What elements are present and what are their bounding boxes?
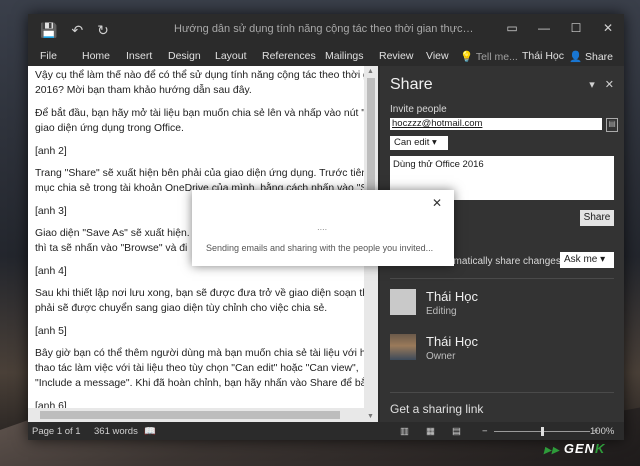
share-button[interactable]: Share [580, 210, 614, 226]
watermark-accent: K [595, 441, 606, 456]
lightbulb-icon: 💡 [460, 51, 474, 63]
auto-share-value: Ask me [564, 254, 598, 265]
watermark-text: GEN [563, 441, 596, 456]
page-count[interactable]: Page 1 of 1 [32, 426, 81, 437]
close-button[interactable]: ✕ [592, 14, 624, 42]
doc-line: thao tác làm việc với tài liệu theo tùy … [35, 363, 359, 374]
read-mode-icon[interactable]: ▥ [400, 426, 409, 437]
doc-line: Để bắt đầu, bạn hãy mở tài liệu bạn muốn… [35, 108, 364, 119]
horizontal-scroll-thumb[interactable] [40, 411, 340, 419]
chevron-down-icon: ▾ [600, 254, 606, 265]
doc-line: [anh 4] [35, 266, 67, 277]
divider [390, 278, 614, 279]
tab-layout[interactable]: Layout [215, 50, 247, 62]
pane-options-icon[interactable]: ▾ [589, 78, 595, 91]
zoom-slider-handle[interactable] [541, 427, 544, 436]
doc-line: "Include a message". Khi đã hoàn chỉnh, … [35, 378, 364, 389]
tell-me-search[interactable]: 💡 Tell me... [460, 50, 518, 63]
sharing-progress-dialog: ✕ ∙∙∙∙ Sending emails and sharing with t… [192, 190, 454, 266]
watermark-logo: ▶▶ GENK [544, 441, 605, 456]
scroll-up-icon[interactable]: ▲ [367, 68, 374, 75]
person-name[interactable]: Thái Học [426, 289, 478, 304]
tell-me-label: Tell me... [475, 51, 518, 63]
person-name[interactable]: Thái Học [426, 334, 478, 349]
ribbon-share-label: Share [585, 51, 614, 63]
invite-input[interactable]: hoczzz@hotmail.com [390, 118, 602, 130]
zoom-out-icon[interactable]: − [482, 426, 488, 437]
doc-line: Bây giờ bạn có thể thêm người dùng mà bạ… [35, 348, 364, 359]
avatar [390, 334, 416, 360]
save-icon[interactable]: 💾 [40, 22, 57, 39]
tab-design[interactable]: Design [168, 50, 201, 62]
ribbon-tabs: File Home Insert Design Layout Reference… [28, 46, 624, 66]
web-layout-icon[interactable]: ▤ [452, 426, 461, 437]
zoom-level[interactable]: 100% [590, 426, 614, 437]
title-bar: 💾 ↶ ↻ Hướng dẫn sử dụng tính năng cộng t… [28, 14, 624, 46]
spinner-icon: ∙∙∙∙ [317, 224, 328, 234]
undo-icon[interactable]: ↶ [71, 22, 83, 39]
pane-close-icon[interactable]: ✕ [605, 78, 614, 91]
ribbon-display-button[interactable]: ▭ [496, 14, 528, 42]
doc-line: phải sẽ được chuyển sang giao diện tùy c… [35, 303, 328, 314]
doc-line: [anh 5] [35, 326, 67, 337]
account-user[interactable]: Thái Học [522, 50, 564, 62]
scroll-down-icon[interactable]: ▼ [367, 413, 374, 420]
tab-mailings[interactable]: Mailings [325, 50, 364, 62]
horizontal-scrollbar[interactable] [28, 408, 364, 422]
tab-references[interactable]: References [262, 50, 316, 62]
doc-line: [anh 2] [35, 146, 67, 157]
print-layout-icon[interactable]: ▦ [426, 426, 435, 437]
proofing-icon[interactable]: 📖 [144, 426, 156, 437]
chevron-down-icon: ▾ [432, 137, 437, 148]
permission-value: Can edit [394, 137, 430, 148]
tab-home[interactable]: Home [82, 50, 110, 62]
person-icon: 👤 [569, 51, 583, 63]
quick-access-toolbar: 💾 ↶ ↻ [28, 22, 109, 39]
tab-insert[interactable]: Insert [126, 50, 152, 62]
auto-share-label: ematically share changes: [448, 256, 564, 267]
redo-icon[interactable]: ↻ [97, 22, 109, 39]
divider [390, 392, 614, 393]
dialog-message: Sending emails and sharing with the peop… [206, 243, 434, 253]
pane-controls: ▾ ✕ [589, 78, 614, 91]
doc-line: Sau khi thiết lập nơi lưu xong, bạn sẽ đ… [35, 288, 364, 299]
permission-select[interactable]: Can edit ▾ [390, 136, 448, 150]
word-count[interactable]: 361 words [94, 426, 138, 437]
tab-view[interactable]: View [426, 50, 449, 62]
doc-line: giao diện ứng dụng trong Office. [35, 123, 184, 134]
person-role: Editing [426, 306, 457, 317]
window-title: Hướng dẫn sử dụng tính năng cộng tác the… [174, 23, 474, 35]
avatar [390, 289, 416, 315]
doc-line: 2016? Mời bạn tham khảo hướng dẫn sau đâ… [35, 85, 252, 96]
person-role: Owner [426, 351, 456, 362]
share-pane-title: Share [390, 76, 433, 93]
auto-share-select[interactable]: Ask me ▾ [560, 252, 614, 268]
doc-line: Vậy cụ thể làm thế nào để có thể sử dụng… [35, 70, 364, 81]
address-book-icon[interactable]: ▤ [606, 118, 618, 132]
invite-label: Invite people [390, 104, 447, 115]
maximize-button[interactable]: ☐ [560, 14, 592, 42]
minimize-button[interactable]: — [528, 14, 560, 42]
window-controls: ▭ — ☐ ✕ [496, 14, 624, 42]
tab-review[interactable]: Review [379, 50, 413, 62]
status-bar: Page 1 of 1 361 words 📖 ▥ ▦ ▤ − + [28, 422, 624, 440]
arrows-icon: ▶▶ [544, 445, 560, 455]
ribbon-share-button[interactable]: 👤 Share [569, 50, 613, 63]
dialog-close-icon[interactable]: ✕ [432, 196, 442, 210]
tab-file[interactable]: File [40, 50, 57, 62]
doc-line: Trang "Share" sẽ xuất hiện bên phải của … [35, 168, 364, 179]
get-sharing-link[interactable]: Get a sharing link [390, 402, 483, 416]
